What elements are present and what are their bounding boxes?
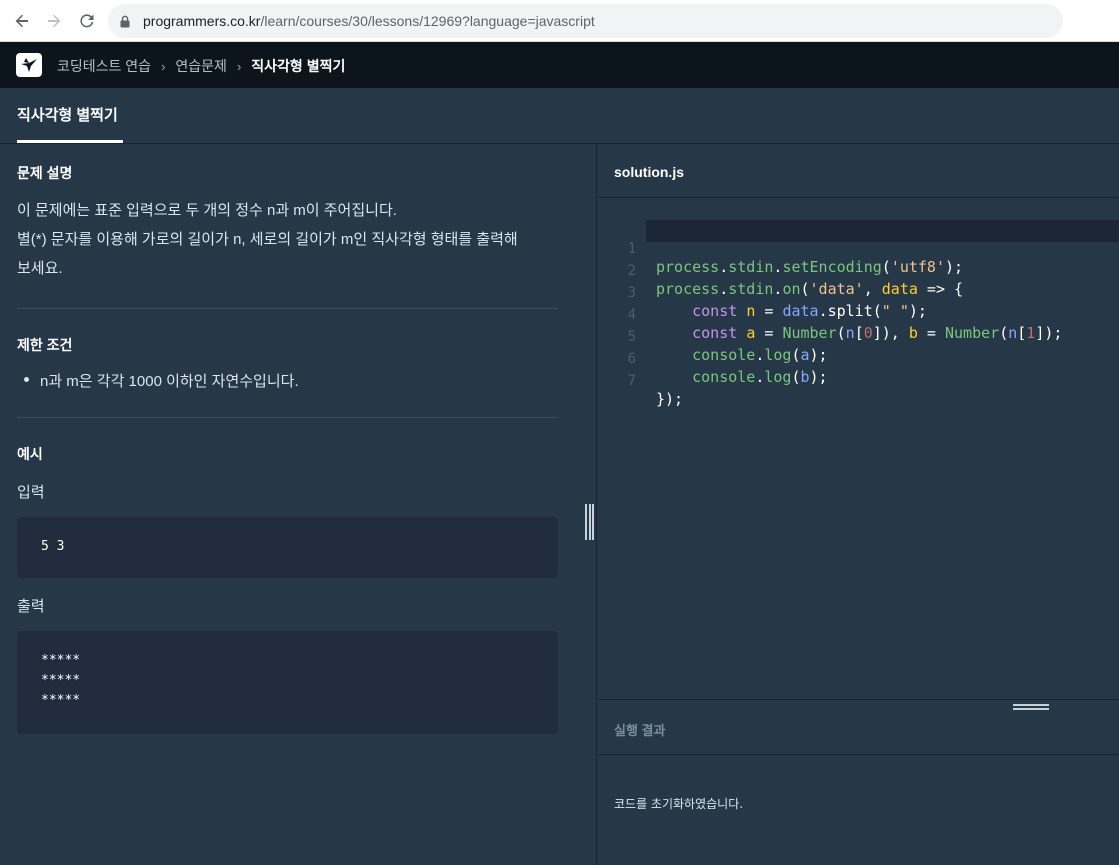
app-header: 코딩테스트 연습 › 연습문제 › 직사각형 별찍기: [0, 42, 1119, 88]
limit-title: 제한 조건: [17, 337, 73, 353]
forward-button[interactable]: [41, 8, 67, 34]
programmers-logo-icon[interactable]: [16, 53, 42, 77]
output-example-block: ***** ***** *****: [17, 631, 558, 734]
chevron-right-icon: ›: [161, 58, 166, 74]
editor-header: solution.js: [598, 144, 1119, 198]
tab-bar: 직사각형 별찍기: [0, 88, 1119, 144]
breadcrumb-item-coding-test[interactable]: 코딩테스트 연습: [57, 56, 151, 76]
code-line: 1 process.stdin.setEncoding('utf8');: [598, 220, 1119, 276]
breadcrumb: 코딩테스트 연습 › 연습문제 › 직사각형 별찍기: [57, 56, 345, 76]
reload-button[interactable]: [74, 8, 100, 34]
input-label: 입력: [17, 484, 45, 501]
back-button[interactable]: [9, 8, 35, 34]
description-line-2: 별(*) 문자를 이용해 가로의 길이가 n, 세로의 길이가 m인 직사각형 …: [17, 231, 518, 248]
panel-resize-handle[interactable]: [585, 504, 594, 540]
file-name: solution.js: [614, 164, 684, 180]
result-header: 실행 결과: [598, 699, 1119, 755]
breadcrumb-item-current: 직사각형 별찍기: [251, 58, 346, 74]
code-line: 2 process.stdin.on('data', data => {: [598, 242, 1119, 298]
code-line: 6 console.log(b);: [598, 330, 1119, 386]
reload-icon: [80, 14, 94, 28]
address-bar[interactable]: programmers.co.kr/learn/courses/30/lesso…: [108, 4, 1063, 38]
result-title: 실행 결과: [614, 723, 666, 738]
editor-panel: solution.js 1 process.stdin.setEncoding(…: [598, 144, 1119, 865]
output-label: 출력: [17, 598, 45, 615]
result-message: 코드를 초기화하였습니다.: [614, 797, 744, 811]
divider: [17, 417, 558, 418]
active-tab-indicator: [17, 140, 123, 143]
code-editor[interactable]: 1 process.stdin.setEncoding('utf8'); 2 p…: [598, 199, 1119, 699]
limit-item: n과 m은 각각 1000 이하인 자연수입니다.: [24, 370, 299, 391]
code-line: 7 });: [598, 352, 1119, 408]
divider: [17, 308, 558, 309]
back-arrow-icon: [15, 14, 28, 28]
description-line-3: 보세요.: [17, 260, 63, 277]
url-text: programmers.co.kr/learn/courses/30/lesso…: [143, 13, 595, 29]
tab-problem[interactable]: 직사각형 별찍기: [17, 104, 118, 125]
code-line: 4 const a = Number(n[0]), b = Number(n[1…: [598, 286, 1119, 342]
problem-panel: 문제 설명 이 문제에는 표준 입력으로 두 개의 정수 n과 m이 주어집니다…: [0, 144, 597, 865]
code-line: 5 console.log(a);: [598, 308, 1119, 364]
description-title: 문제 설명: [17, 165, 73, 181]
example-title: 예시: [17, 446, 43, 462]
input-example-block: 5 3: [17, 517, 558, 578]
chevron-right-icon: ›: [236, 58, 242, 74]
breadcrumb-item-practice[interactable]: 연습문제: [175, 56, 227, 76]
browser-toolbar: programmers.co.kr/learn/courses/30/lesso…: [0, 0, 1119, 42]
forward-arrow-icon: [48, 14, 61, 28]
lock-icon: [120, 15, 130, 28]
line-number: 7: [627, 373, 636, 389]
description-line-1: 이 문제에는 표준 입력으로 두 개의 정수 n과 m이 주어집니다.: [17, 202, 397, 219]
result-resize-handle[interactable]: [1013, 704, 1049, 714]
code-line: 3 const n = data.split(" ");: [598, 264, 1119, 320]
